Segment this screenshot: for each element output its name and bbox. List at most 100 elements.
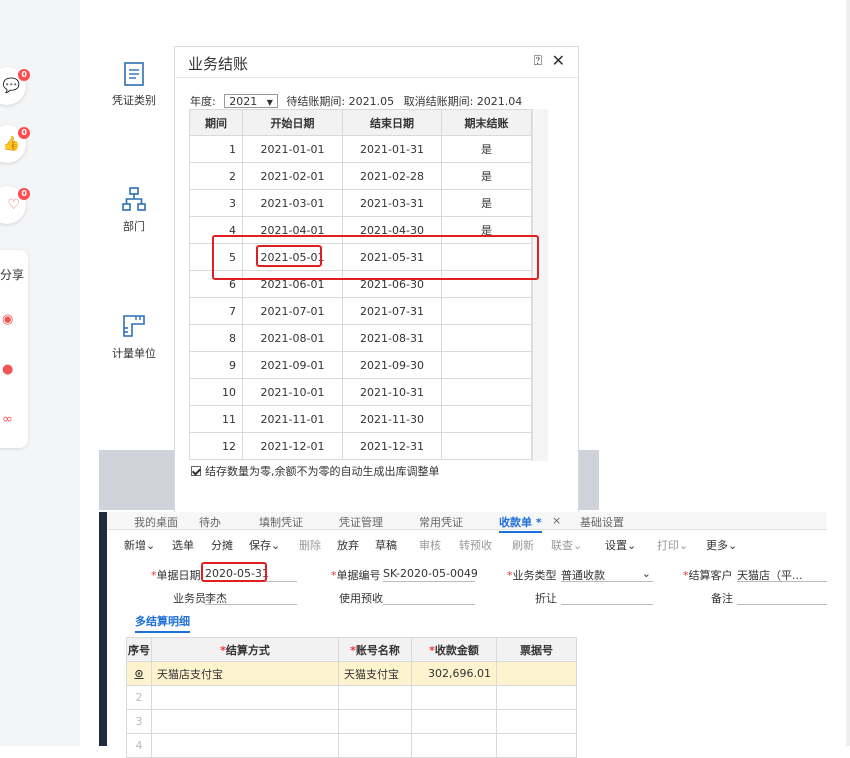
save-button[interactable]: 保存⌄ xyxy=(249,537,280,553)
tab-fill-voucher[interactable]: 填制凭证 xyxy=(259,514,303,530)
customer-label: *结算客户 xyxy=(683,569,733,582)
refresh-button[interactable]: 刷新 xyxy=(512,537,534,553)
thumbs-up-icon: 👍 xyxy=(2,136,20,152)
closed-cell xyxy=(441,432,532,460)
social-side-panel: 💬 0 👍 0 ♡ 0 分享 ◉ ● ∞ xyxy=(0,50,30,450)
period-row[interactable]: 12 2021-12-01 2021-12-31 xyxy=(189,432,532,460)
tab-basic-settings[interactable]: 基础设置 xyxy=(580,514,624,530)
row-edit-icon[interactable]: ⊙ xyxy=(134,667,143,680)
nav-department[interactable]: 部门 xyxy=(99,186,169,234)
favorite-count-badge: 0 xyxy=(18,188,30,200)
detail-row[interactable]: 2 xyxy=(126,685,577,710)
doc-no-label: *单据编号 xyxy=(331,569,381,582)
start-date-cell: 2021-12-01 xyxy=(242,432,343,460)
nav-unit[interactable]: 计量单位 xyxy=(99,313,169,361)
period-cell: 3 xyxy=(189,189,243,217)
period-row[interactable]: 1 2021-01-01 2021-01-31 是 xyxy=(189,135,532,163)
start-date-cell: 2021-03-01 xyxy=(242,189,343,217)
toolbar: 新增⌄ 选单 分摊 保存⌄ 删除 放弃 草稿 审核 转预收 刷新 联查⌄ 设置⌄… xyxy=(99,534,827,554)
start-date-cell: 2021-07-01 xyxy=(242,297,343,325)
end-date-cell: 2021-10-31 xyxy=(342,378,442,406)
biz-type-label: *业务类型 xyxy=(507,569,557,582)
multi-settlement-tab[interactable]: 多结算明细 xyxy=(135,613,190,633)
select-button[interactable]: 选单 xyxy=(172,537,194,553)
share-box: 分享 ◉ ● ∞ xyxy=(0,250,28,448)
new-button[interactable]: 新增⌄ xyxy=(124,537,155,553)
wechat-icon[interactable]: ● xyxy=(2,362,13,377)
cancel-period-value: 2021.04 xyxy=(476,95,523,108)
tab-close-icon[interactable]: × xyxy=(552,514,561,527)
customer-field[interactable]: 天猫店（平... xyxy=(737,567,827,582)
start-date-cell: 2021-02-01 xyxy=(242,162,343,190)
start-date-cell: 2021-01-01 xyxy=(242,135,343,163)
delete-button[interactable]: 删除 xyxy=(299,537,321,553)
prepay-label: 使用预收 xyxy=(339,592,383,605)
prepay-field[interactable] xyxy=(383,590,475,605)
remark-field[interactable] xyxy=(737,590,827,605)
col-account: *账号名称 xyxy=(338,637,412,662)
col-closed: 期末结账 xyxy=(441,109,532,136)
highlight-doc-date xyxy=(201,562,267,582)
weibo-icon[interactable]: ◉ xyxy=(2,312,13,327)
detail-row[interactable]: 3 xyxy=(126,709,577,734)
period-row[interactable]: 9 2021-09-01 2021-09-30 xyxy=(189,351,532,379)
audit-button[interactable]: 审核 xyxy=(419,537,441,553)
year-select[interactable]: 2021 ▼ xyxy=(224,94,278,108)
period-row[interactable]: 3 2021-03-01 2021-03-31 是 xyxy=(189,189,532,217)
draft-button[interactable]: 草稿 xyxy=(375,537,397,553)
nav-voucher-category[interactable]: 凭证类别 xyxy=(99,62,169,108)
close-icon[interactable]: ✕ xyxy=(552,51,565,70)
period-cell: 7 xyxy=(189,297,243,325)
discard-button[interactable]: 放弃 xyxy=(337,537,359,553)
method-cell xyxy=(151,685,339,710)
end-date-cell: 2021-11-30 xyxy=(342,405,442,433)
help-icon[interactable]: ⍰ xyxy=(534,53,542,69)
tab-todo[interactable]: 待办 xyxy=(199,514,221,530)
auto-adjust-checkbox[interactable]: 结存数量为零,余额不为零的自动生成出库调整单 xyxy=(191,463,440,479)
nav-department-label: 部门 xyxy=(123,220,145,233)
tab-voucher-manage[interactable]: 凭证管理 xyxy=(339,514,383,530)
clerk-field[interactable]: 李杰 xyxy=(205,590,297,605)
method-cell xyxy=(151,709,339,734)
tab-desktop[interactable]: 我的桌面 xyxy=(134,514,178,530)
like-button[interactable]: 👍 0 xyxy=(0,125,30,163)
period-row[interactable]: 7 2021-07-01 2021-07-31 xyxy=(189,297,532,325)
allocate-button[interactable]: 分摊 xyxy=(211,537,233,553)
end-date-cell: 2021-03-31 xyxy=(342,189,442,217)
discount-field[interactable] xyxy=(561,590,653,605)
clerk-label: 业务员 xyxy=(173,592,206,605)
year-value: 2021 xyxy=(229,95,258,108)
period-cell: 10 xyxy=(189,378,243,406)
tab-receipt[interactable]: 收款单 * xyxy=(499,514,542,533)
to-prepay-button[interactable]: 转预收 xyxy=(459,537,492,553)
print-button[interactable]: 打印⌄ xyxy=(657,537,688,553)
period-row[interactable]: 11 2021-11-01 2021-11-30 xyxy=(189,405,532,433)
bill-no-cell xyxy=(496,661,577,686)
table-scrollbar[interactable] xyxy=(532,109,548,461)
settings-button[interactable]: 设置⌄ xyxy=(605,537,636,553)
comment-button[interactable]: 💬 0 xyxy=(0,67,30,105)
period-cell: 2 xyxy=(189,162,243,190)
col-method: *结算方式 xyxy=(151,637,339,662)
link-icon[interactable]: ∞ xyxy=(2,412,13,427)
end-date-cell: 2021-09-30 xyxy=(342,351,442,379)
col-end-date: 结束日期 xyxy=(342,109,442,136)
nav-voucher-category-label: 凭证类别 xyxy=(112,94,156,107)
doc-no-field[interactable]: SK-2020-05-0049 xyxy=(383,567,478,582)
document-icon xyxy=(124,62,144,86)
tab-common-voucher[interactable]: 常用凭证 xyxy=(419,514,463,530)
like-count-badge: 0 xyxy=(18,127,30,139)
remark-label: 备注 xyxy=(711,592,733,605)
dropdown-arrow-icon: ▼ xyxy=(266,98,273,107)
period-row[interactable]: 8 2021-08-01 2021-08-31 xyxy=(189,324,532,352)
more-button[interactable]: 更多⌄ xyxy=(706,537,737,553)
dialog-divider xyxy=(175,77,578,78)
query-button[interactable]: 联查⌄ xyxy=(551,537,582,553)
biz-type-select[interactable]: 普通收款 ⌄ xyxy=(561,567,653,582)
detail-row[interactable]: ⊙ 天猫店支付宝 天猫支付宝 302,696.01 xyxy=(126,661,577,686)
end-date-cell: 2021-07-31 xyxy=(342,297,442,325)
period-row[interactable]: 10 2021-10-01 2021-10-31 xyxy=(189,378,532,406)
org-chart-icon xyxy=(122,187,146,211)
favorite-button[interactable]: ♡ 0 xyxy=(0,186,30,224)
period-row[interactable]: 2 2021-02-01 2021-02-28 是 xyxy=(189,162,532,190)
